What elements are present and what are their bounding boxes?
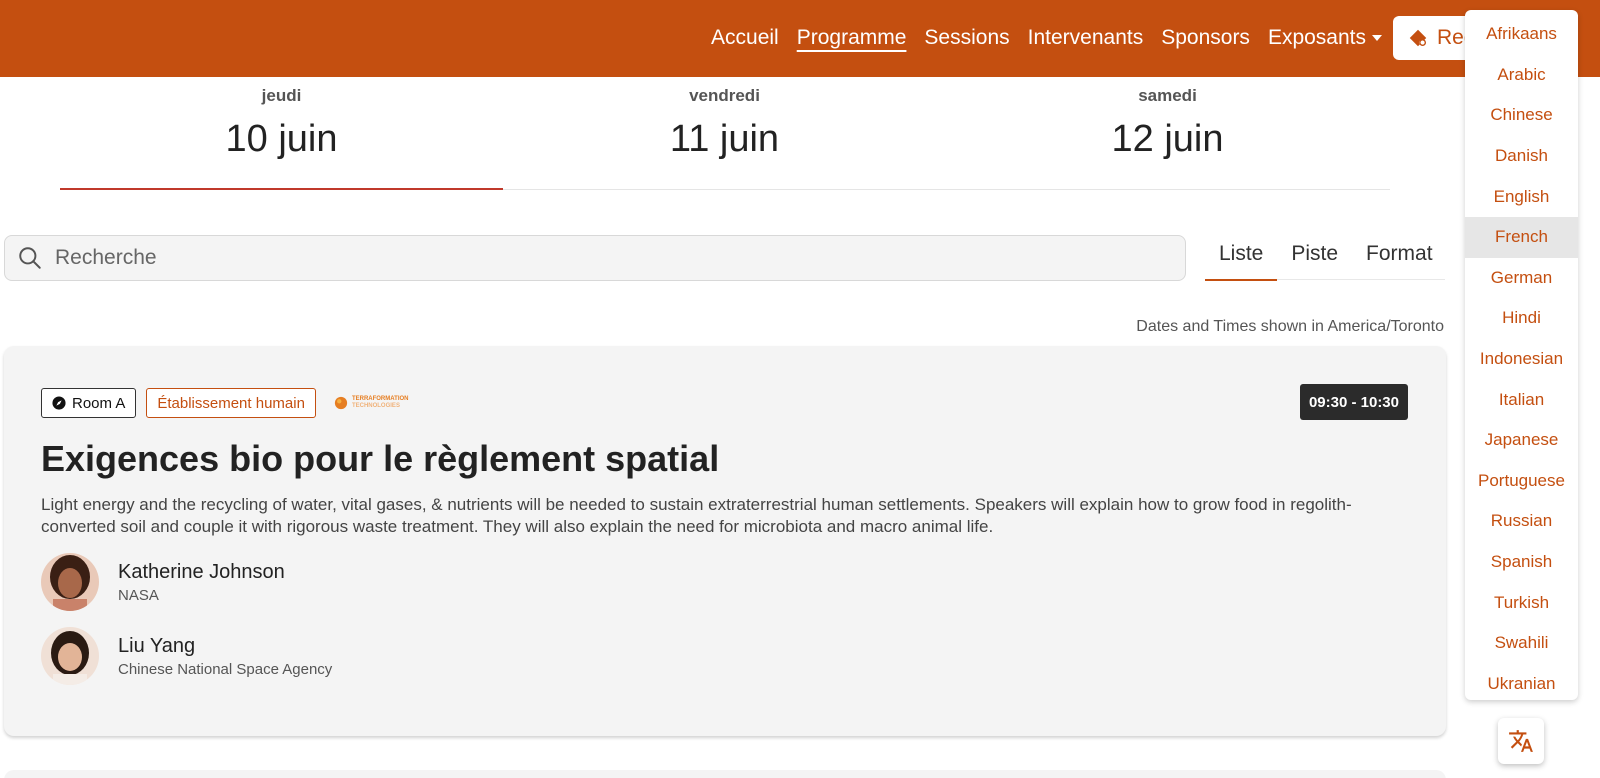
language-option[interactable]: Italian [1465, 379, 1578, 420]
timezone-note: Dates and Times shown in America/Toronto [1136, 318, 1444, 335]
ticket-icon [1409, 29, 1427, 47]
nav-accueil[interactable]: Accueil [711, 24, 779, 52]
speaker-item[interactable]: Liu Yang Chinese National Space Agency [41, 627, 332, 685]
main-nav: Accueil Programme Sessions Intervenants … [711, 24, 1382, 52]
session-title[interactable]: Exigences bio pour le règlement spatial [41, 438, 719, 480]
speaker-org: NASA [118, 586, 159, 604]
view-tabs: Liste Piste Format [1205, 234, 1447, 281]
day-of-week: jeudi [261, 86, 302, 105]
speaker-name: Katherine Johnson [118, 560, 285, 583]
day-tab-saturday[interactable]: samedi 12 juin [946, 78, 1389, 189]
caret-down-icon [1372, 35, 1382, 42]
day-tabs: jeudi 10 juin vendredi 11 juin samedi 12… [60, 78, 1390, 190]
language-option[interactable]: Hindi [1465, 298, 1578, 339]
language-option[interactable]: Turkish [1465, 582, 1578, 623]
nav-exposants-label: Exposants [1267, 26, 1366, 49]
language-option[interactable]: Indonesian [1465, 339, 1578, 380]
language-option[interactable]: Swahili [1465, 623, 1578, 664]
language-option[interactable]: Chinese [1465, 95, 1578, 136]
language-option[interactable]: English [1465, 176, 1578, 217]
language-option[interactable]: Russian [1465, 501, 1578, 542]
speaker-avatar [41, 627, 99, 685]
sponsor-logo[interactable]: TERRAFORMATION TECHNOLOGIES [334, 396, 409, 410]
tab-piste[interactable]: Piste [1277, 234, 1352, 280]
search-icon [19, 247, 41, 269]
session-card[interactable] [4, 770, 1446, 778]
search-bar [4, 235, 1186, 281]
day-date: 10 juin [225, 118, 338, 160]
nav-exposants-dropdown[interactable]: Exposants [1268, 24, 1382, 52]
search-input[interactable] [55, 246, 1155, 270]
room-label: Room A [72, 394, 126, 412]
language-option[interactable]: Arabic [1465, 55, 1578, 96]
session-description: Light energy and the recycling of water,… [41, 495, 1352, 536]
speaker-avatar [41, 553, 99, 611]
speaker-org: Chinese National Space Agency [118, 660, 333, 678]
language-option[interactable]: Afrikaans [1465, 14, 1578, 55]
day-tab-thursday[interactable]: jeudi 10 juin [60, 78, 503, 190]
day-of-week: samedi [1138, 86, 1197, 105]
language-option[interactable]: Spanish [1465, 542, 1578, 583]
sponsor-globe-icon [334, 396, 348, 410]
nav-programme[interactable]: Programme [797, 24, 907, 52]
track-tag[interactable]: Établissement humain [146, 388, 316, 418]
tab-liste[interactable]: Liste [1205, 234, 1278, 281]
nav-sessions[interactable]: Sessions [924, 24, 1009, 52]
tab-format[interactable]: Format [1352, 234, 1447, 280]
language-option[interactable]: Danish [1465, 136, 1578, 177]
language-option[interactable]: Portuguese [1465, 461, 1578, 502]
translate-icon [1509, 730, 1533, 752]
translate-button[interactable] [1498, 718, 1544, 764]
language-option[interactable]: Ukranian [1465, 664, 1578, 705]
session-tags: Room A Établissement humain TERRAFORMATI… [41, 388, 409, 418]
day-tab-friday[interactable]: vendredi 11 juin [503, 78, 946, 189]
session-card[interactable]: Room A Établissement humain TERRAFORMATI… [4, 346, 1446, 736]
compass-icon [52, 396, 66, 410]
language-option[interactable]: Japanese [1465, 420, 1578, 461]
room-tag[interactable]: Room A [41, 388, 137, 418]
sponsor-logo-line1: TERRAFORMATION [351, 396, 409, 402]
day-of-week: vendredi [689, 86, 760, 105]
speaker-item[interactable]: Katherine Johnson NASA [41, 553, 285, 611]
top-navbar: Accueil Programme Sessions Intervenants … [0, 0, 1600, 77]
nav-intervenants[interactable]: Intervenants [1028, 24, 1144, 52]
nav-sponsors[interactable]: Sponsors [1161, 24, 1250, 52]
language-option-selected[interactable]: French [1465, 216, 1578, 258]
time-badge: 09:30 - 10:30 [1299, 384, 1408, 420]
day-date: 11 juin [669, 118, 780, 160]
speaker-name: Liu Yang [118, 634, 196, 657]
sponsor-logo-line2: TECHNOLOGIES [351, 403, 400, 409]
language-dropdown: Afrikaans Arabic Chinese Danish English … [1465, 10, 1578, 700]
language-option[interactable]: German [1465, 258, 1578, 299]
day-date: 12 juin [1111, 118, 1224, 160]
